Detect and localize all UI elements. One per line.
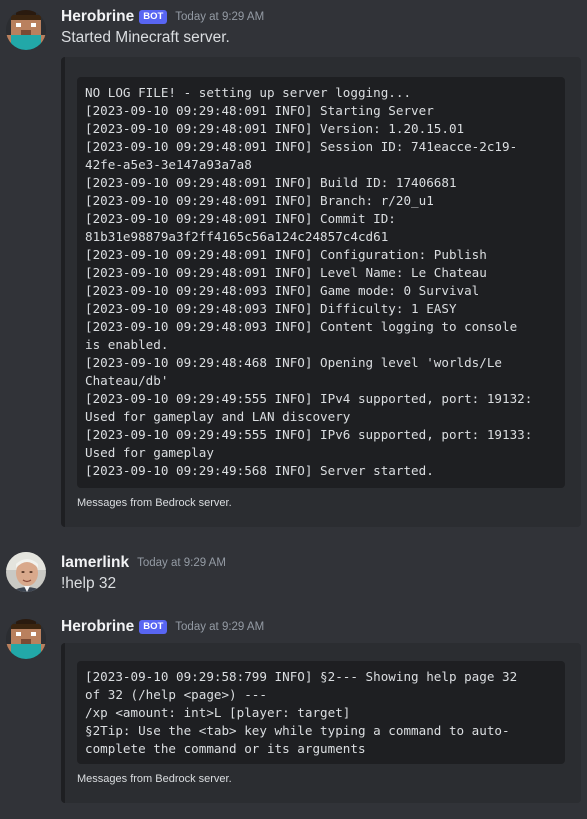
code-line: [2023-09-10 09:29:48:468 INFO] Opening l… (85, 355, 503, 370)
embed-footer: Messages from Bedrock server. (77, 497, 232, 509)
code-block: [2023-09-10 09:29:58:799 INFO] §2--- Sho… (77, 661, 565, 764)
code-line: [2023-09-10 09:29:49:568 INFO] Server st… (85, 463, 434, 478)
embed: NO LOG FILE! - setting up server logging… (61, 57, 581, 527)
code-line: [2023-09-10 09:29:48:091 INFO] Starting … (85, 103, 434, 118)
code-line: of 32 (/help <page>) --- (85, 687, 267, 702)
code-line: [2023-09-10 09:29:48:091 INFO] Session I… (85, 139, 518, 154)
code-line: [2023-09-10 09:29:48:091 INFO] Version: … (85, 121, 465, 136)
embed-footer: Messages from Bedrock server. (77, 773, 232, 785)
lamerlink-avatar-icon[interactable] (6, 552, 46, 592)
username[interactable]: Herobrine (61, 8, 134, 26)
code-block: NO LOG FILE! - setting up server logging… (77, 77, 565, 488)
message-header: lamerlink Today at 9:29 AM (61, 553, 226, 573)
username[interactable]: Herobrine (61, 618, 134, 636)
code-line: [2023-09-10 09:29:48:091 INFO] Configura… (85, 247, 487, 262)
code-line: [2023-09-10 09:29:48:091 INFO] Commit ID… (85, 211, 396, 226)
bot-tag: BOT (139, 10, 168, 24)
code-line: 42fe-a5e3-3e147a93a7a8 (85, 157, 252, 172)
embed: [2023-09-10 09:29:58:799 INFO] §2--- Sho… (61, 643, 581, 803)
code-line: [2023-09-10 09:29:48:093 INFO] Difficult… (85, 301, 457, 316)
code-line: [2023-09-10 09:29:48:091 INFO] Build ID:… (85, 175, 457, 190)
code-line: §2Tip: Use the <tab> key while typing a … (85, 723, 510, 738)
message-text: Started Minecraft server. (61, 29, 230, 46)
timestamp[interactable]: Today at 9:29 AM (175, 621, 264, 633)
message-header: Herobrine BOT Today at 9:29 AM (61, 7, 264, 27)
code-line: is enabled. (85, 337, 169, 352)
code-line: [2023-09-10 09:29:48:091 INFO] Branch: r… (85, 193, 434, 208)
code-line: Used for gameplay and LAN discovery (85, 409, 351, 424)
bot-tag: BOT (139, 620, 168, 634)
code-line: [2023-09-10 09:29:48:091 INFO] Level Nam… (85, 265, 487, 280)
username[interactable]: lamerlink (61, 554, 129, 572)
timestamp[interactable]: Today at 9:29 AM (175, 11, 264, 23)
herobrine-avatar-icon[interactable] (6, 619, 46, 659)
message-text: !help 32 (61, 575, 117, 592)
code-line: complete the command or its arguments (85, 741, 366, 756)
code-line: Used for gameplay (85, 445, 214, 460)
code-line: [2023-09-10 09:29:58:799 INFO] §2--- Sho… (85, 669, 518, 684)
herobrine-avatar-icon[interactable] (6, 10, 46, 50)
code-line: NO LOG FILE! - setting up server logging… (85, 85, 412, 100)
code-line: [2023-09-10 09:29:48:093 INFO] Content l… (85, 319, 518, 334)
code-line: /xp <amount: int>L [player: target] (85, 705, 351, 720)
code-line: [2023-09-10 09:29:49:555 INFO] IPv4 supp… (85, 391, 533, 406)
message-header: Herobrine BOT Today at 9:29 AM (61, 617, 264, 637)
code-line: [2023-09-10 09:29:49:555 INFO] IPv6 supp… (85, 427, 533, 442)
code-line: [2023-09-10 09:29:48:093 INFO] Game mode… (85, 283, 480, 298)
timestamp[interactable]: Today at 9:29 AM (137, 557, 226, 569)
code-line: Chateau/db' (85, 373, 169, 388)
code-line: 81b31e98879a3f2ff4165c56a124c24857c4cd61 (85, 229, 389, 244)
